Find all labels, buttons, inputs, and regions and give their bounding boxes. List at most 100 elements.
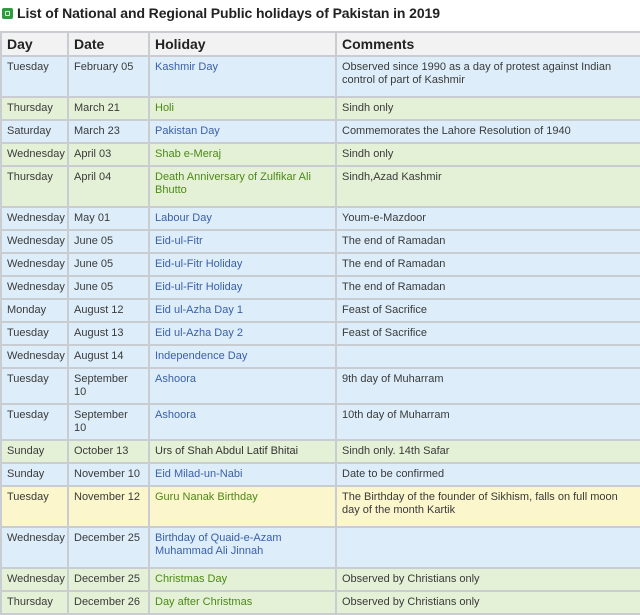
date-cell: June 05 <box>67 252 150 277</box>
holiday-link[interactable]: Shab e-Meraj <box>148 142 337 167</box>
table-row: Wednesday December 25 Birthday of Quaid-e-… <box>0 526 640 569</box>
pakistan-flag-icon <box>2 7 13 19</box>
date-cell: December 25 <box>67 567 150 592</box>
table-row: Saturday March 23 Pakistan Day Commemorates… <box>0 119 640 144</box>
column-header-date[interactable]: Date <box>67 31 150 57</box>
comments-cell <box>335 526 640 569</box>
day-cell: Wednesday <box>0 142 69 167</box>
table-body: Tuesday February 05 Kashmir Day Observed si… <box>0 55 640 615</box>
holiday-link[interactable]: Independence Day <box>148 344 337 369</box>
title-bar: List of National and Regional Public hol… <box>0 0 640 26</box>
table-row: Sunday October 13 Urs of Shah Abdul Latif … <box>0 439 640 464</box>
holiday-link[interactable]: Holi <box>148 96 337 121</box>
holiday-link[interactable]: Eid ul-Azha Day 1 <box>148 298 337 323</box>
table-row: Tuesday August 13 Eid ul-Azha Day 2 Feast o… <box>0 321 640 346</box>
comments-cell: The Birthday of the founder of Sikhism, … <box>335 485 640 528</box>
day-cell: Thursday <box>0 96 69 121</box>
date-cell: June 05 <box>67 275 150 300</box>
comments-cell: The end of Ramadan <box>335 252 640 277</box>
day-cell: Wednesday <box>0 229 69 254</box>
day-cell: Monday <box>0 298 69 323</box>
comments-cell: The end of Ramadan <box>335 275 640 300</box>
day-cell: Thursday <box>0 165 69 208</box>
column-header-day[interactable]: Day <box>0 31 69 57</box>
holiday-link[interactable]: Christmas Day <box>148 567 337 592</box>
column-header-comments[interactable]: Comments <box>335 31 640 57</box>
day-cell: Wednesday <box>0 275 69 300</box>
comments-cell: Feast of Sacrifice <box>335 298 640 323</box>
table-row: Thursday March 21 Holi Sindh only <box>0 96 640 121</box>
table-row: Tuesday February 05 Kashmir Day Observed si… <box>0 55 640 98</box>
table-header-row: Day Date Holiday Comments <box>0 31 640 57</box>
comments-cell: 10th day of Muharram <box>335 403 640 441</box>
holiday-link: Urs of Shah Abdul Latif Bhitai <box>148 439 337 464</box>
table-row: Thursday December 26 Day after Christmas Ob… <box>0 590 640 615</box>
comments-cell: Observed by Christians only <box>335 567 640 592</box>
table-row: Thursday April 04 Death Anniversary of Zul… <box>0 165 640 208</box>
comments-cell: Sindh only <box>335 96 640 121</box>
holiday-link[interactable]: Ashoora <box>148 367 337 405</box>
day-cell: Wednesday <box>0 526 69 569</box>
date-cell: April 03 <box>67 142 150 167</box>
holiday-link[interactable]: Ashoora <box>148 403 337 441</box>
page-title: List of National and Regional Public hol… <box>17 5 440 21</box>
comments-cell: 9th day of Muharram <box>335 367 640 405</box>
holiday-link[interactable]: Eid ul-Azha Day 2 <box>148 321 337 346</box>
holiday-link[interactable]: Labour Day <box>148 206 337 231</box>
date-cell: October 13 <box>67 439 150 464</box>
date-cell: August 14 <box>67 344 150 369</box>
comments-cell: Sindh only. 14th Safar <box>335 439 640 464</box>
holiday-link[interactable]: Eid-ul-Fitr <box>148 229 337 254</box>
date-cell: June 05 <box>67 229 150 254</box>
holiday-link[interactable]: Kashmir Day <box>148 55 337 98</box>
date-cell: April 04 <box>67 165 150 208</box>
date-cell: September 10 <box>67 367 150 405</box>
holiday-link[interactable]: Eid-ul-Fitr Holiday <box>148 252 337 277</box>
comments-cell: Youm-e-Mazdoor <box>335 206 640 231</box>
comments-cell: Sindh only <box>335 142 640 167</box>
table-row: Tuesday November 12 Guru Nanak Birthday The… <box>0 485 640 528</box>
column-header-holiday[interactable]: Holiday <box>148 31 337 57</box>
comments-cell <box>335 344 640 369</box>
day-cell: Thursday <box>0 590 69 615</box>
day-cell: Wednesday <box>0 344 69 369</box>
comments-cell: Date to be confirmed <box>335 462 640 487</box>
holiday-link[interactable]: Guru Nanak Birthday <box>148 485 337 528</box>
comments-cell: Commemorates the Lahore Resolution of 19… <box>335 119 640 144</box>
table-row: Wednesday June 05 Eid-ul-Fitr The end of Ra… <box>0 229 640 254</box>
holiday-link[interactable]: Pakistan Day <box>148 119 337 144</box>
date-cell: December 26 <box>67 590 150 615</box>
table-row: Wednesday August 14 Independence Day <box>0 344 640 369</box>
day-cell: Wednesday <box>0 567 69 592</box>
holiday-link[interactable]: Birthday of Quaid-e-Azam Muhammad Ali Ji… <box>148 526 337 569</box>
date-cell: August 12 <box>67 298 150 323</box>
date-cell: May 01 <box>67 206 150 231</box>
day-cell: Sunday <box>0 462 69 487</box>
date-cell: March 23 <box>67 119 150 144</box>
day-cell: Tuesday <box>0 321 69 346</box>
table-row: Wednesday April 03 Shab e-Meraj Sindh only <box>0 142 640 167</box>
date-cell: March 21 <box>67 96 150 121</box>
holiday-link[interactable]: Day after Christmas <box>148 590 337 615</box>
day-cell: Saturday <box>0 119 69 144</box>
date-cell: February 05 <box>67 55 150 98</box>
table-row: Monday August 12 Eid ul-Azha Day 1 Feast of… <box>0 298 640 323</box>
day-cell: Wednesday <box>0 252 69 277</box>
table-row: Wednesday June 05 Eid-ul-Fitr Holiday The e… <box>0 252 640 277</box>
comments-cell: Observed by Christians only <box>335 590 640 615</box>
table-row: Tuesday September 10 Ashoora 9th day of Muh… <box>0 367 640 405</box>
table-row: Wednesday December 25 Christmas Day Observe… <box>0 567 640 592</box>
holiday-link[interactable]: Eid-ul-Fitr Holiday <box>148 275 337 300</box>
date-cell: August 13 <box>67 321 150 346</box>
date-cell: September 10 <box>67 403 150 441</box>
table-row: Tuesday September 10 Ashoora 10th day of Mu… <box>0 403 640 441</box>
table-row: Wednesday June 05 Eid-ul-Fitr Holiday The e… <box>0 275 640 300</box>
day-cell: Tuesday <box>0 55 69 98</box>
date-cell: November 12 <box>67 485 150 528</box>
table-row: Sunday November 10 Eid Milad-un-Nabi Date t… <box>0 462 640 487</box>
date-cell: November 10 <box>67 462 150 487</box>
day-cell: Tuesday <box>0 367 69 405</box>
holiday-link[interactable]: Eid Milad-un-Nabi <box>148 462 337 487</box>
comments-cell: Feast of Sacrifice <box>335 321 640 346</box>
holiday-link[interactable]: Death Anniversary of Zulfikar Ali Bhutto <box>148 165 337 208</box>
